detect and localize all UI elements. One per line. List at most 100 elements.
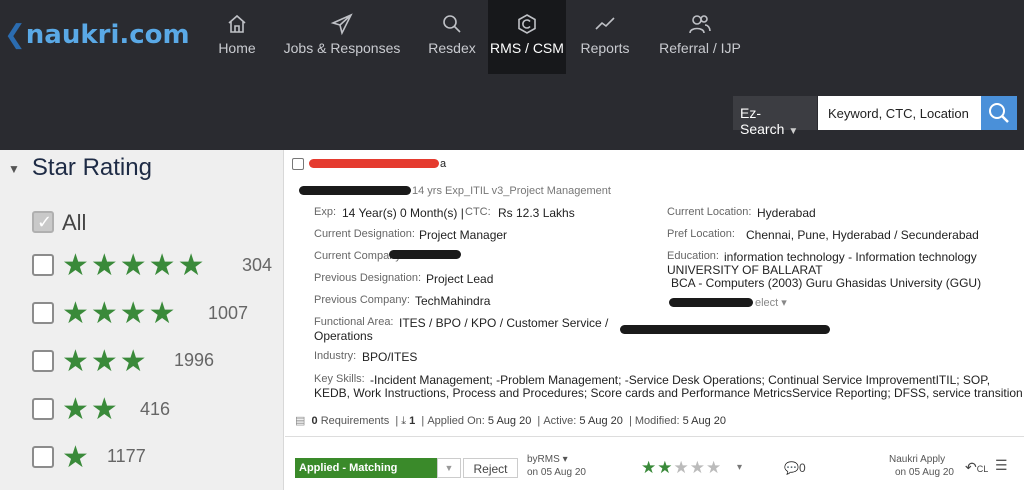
nav-jobs-responses[interactable]: Jobs & Responses [268,0,416,74]
education-line-3: BCA - Computers (2003) Guru Ghasidas Uni… [671,276,982,290]
redacted-phone [669,298,753,307]
ctc-label: CTC: [465,206,491,218]
functional-area-value: ITES / BPO / KPO / Customer Service / [399,316,609,330]
functional-area-value-cont: Operations [314,329,373,343]
education-line-1: information technology - Information tec… [724,250,977,264]
previous-designation-value: Project Lead [426,272,494,286]
people-icon [644,12,756,36]
rms-icon [488,12,566,36]
education-line-2: UNIVERSITY OF BALLARAT [667,263,823,277]
reject-button[interactable]: Reject [463,458,518,478]
current-location-label: Current Location: [667,206,752,218]
active-value: 5 Aug 20 [579,415,623,427]
keyword-search-input[interactable] [818,96,981,130]
applied-on-value: 5 Aug 20 [487,415,532,427]
key-skills-value: -Incident Management; -Problem Managemen… [370,373,991,387]
checkbox-3-stars[interactable] [32,350,54,372]
chart-icon [566,12,644,36]
education-label: Education: [667,250,719,262]
star-rating-filter: ▼Star Rating All ★★★★★ 304 ★★★★ 1007 ★★★… [0,150,284,490]
candidate-headline: 14 yrs Exp_ITIL v3_Project Management [412,185,611,197]
candidate-card: a 14 yrs Exp_ITIL v3_Project Management … [285,150,1024,490]
candidate-select-checkbox[interactable] [292,158,304,170]
count-1-star: 1177 [107,446,146,466]
previous-designation-label: Previous Designation: [314,272,422,284]
current-designation-label: Current Designation: [314,228,415,240]
key-skills-label: Key Skills: [314,373,365,385]
count-2-stars: 416 [140,399,171,419]
main-nav: Home Jobs & Responses Resdex RMS / CSM R… [206,0,756,74]
source-date: on 05 Aug 20 [895,467,954,478]
two-star-icons: ★★ [62,392,120,427]
current-designation-value: Project Manager [419,228,508,242]
pref-location-label: Pref Location: [667,228,735,240]
cover-letter-icon[interactable]: ↶CL [965,459,988,476]
download-icon: ⤓ [401,415,407,427]
redacted-email [620,325,830,334]
exp-label: Exp: [314,206,337,218]
home-icon [206,12,268,36]
nav-home[interactable]: Home [206,0,268,74]
ez-search-dropdown[interactable]: Ez-Search ▼ [733,96,817,137]
candidate-action-bar: Applied - Matching ▼ Reject byRMS ▾ on 0… [285,436,1024,490]
key-skills-value-cont: KEDB, Work Instructions, Process and Pro… [314,386,1023,400]
industry-value: BPO/ITES [362,350,418,364]
by-date: on 05 Aug 20 [527,467,586,478]
checkbox-1-star[interactable] [32,446,54,468]
status-dropdown[interactable]: Applied - Matching [295,458,437,478]
checkbox-4-stars[interactable] [32,302,54,324]
ctc-value: Rs 12.3 Lakhs [498,206,575,220]
chevron-down-icon: ▼ [788,126,799,137]
four-star-icons: ★★★★ [62,296,178,331]
redacted-current-company [389,250,461,259]
candidate-name[interactable]: a [440,158,446,170]
modified-label: Modified: [634,415,680,427]
select-dropdown[interactable]: elect ▾ [755,296,787,309]
exp-value: 14 Year(s) 0 Month(s) | [342,206,464,220]
checkbox-5-stars[interactable] [32,254,54,276]
naukri-logo[interactable]: ❮naukri.com [4,20,190,50]
nav-resdex[interactable]: Resdex [416,0,488,74]
comment-icon: 💬 [784,461,799,475]
modified-value: 5 Aug 20 [682,415,727,427]
five-star-icons: ★★★★★ [62,248,207,283]
count-5-stars: 304 [242,255,273,275]
functional-area-label: Functional Area: [314,316,394,328]
search-icon [989,103,1009,123]
requirements-count: 0 [311,415,318,427]
candidate-rating[interactable]: ★★★★★ [641,458,722,478]
active-label: Active: [543,415,577,427]
requirements-icon: ▤ [295,415,306,427]
candidate-meta-row: ▤ 0 Requirements | ⤓ 1 | Applied On: 5 A… [295,415,727,427]
search-button[interactable] [981,96,1017,130]
nav-rms-csm[interactable]: RMS / CSM [488,0,566,74]
requirements-label[interactable]: Requirements [321,415,389,427]
filter-title[interactable]: ▼ Star Rating [8,154,152,182]
previous-company-label: Previous Company: [314,294,410,306]
send-icon [268,12,416,36]
applied-on-label: Applied On: [427,415,485,427]
collapse-triangle-icon: ▼ [8,161,20,176]
source-label: Naukri Apply [889,454,946,465]
search-icon [416,12,488,36]
pref-location-value: Chennai, Pune, Hyderabad / Secunderabad [746,228,979,242]
count-3-stars: 1996 [174,350,215,370]
all-label: All [62,210,87,235]
comments[interactable]: 💬0 [784,461,806,475]
status-chevron-icon[interactable]: ▼ [437,458,461,478]
top-navigation-bar: ❮naukri.com Home Jobs & Responses Resdex… [0,0,1024,150]
rating-chevron-icon[interactable]: ▾ [737,462,742,473]
nav-reports[interactable]: Reports [566,0,644,74]
checklist-icon[interactable]: ☰ [995,457,1008,474]
by-rms[interactable]: byRMS ▾ [527,454,568,465]
nav-referral-ijp[interactable]: Referral / IJP [644,0,756,74]
redacted-id [299,186,411,195]
three-star-icons: ★★★ [62,344,149,379]
download-count: 1 [409,415,416,427]
one-star-icon: ★ [62,440,91,475]
industry-label: Industry: [314,350,357,362]
checkbox-2-stars[interactable] [32,398,54,420]
previous-company-value: TechMahindra [415,294,491,308]
checkbox-all[interactable] [32,211,54,233]
current-location-value: Hyderabad [757,206,816,220]
